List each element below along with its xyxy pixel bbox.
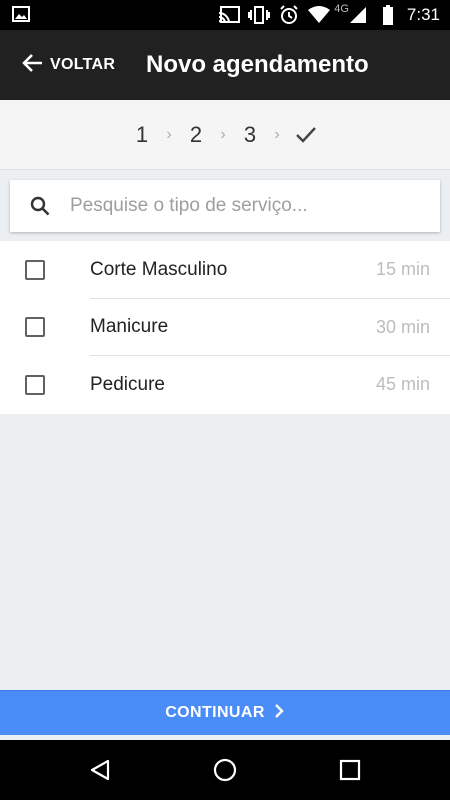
page-title: Novo agendamento xyxy=(146,51,369,78)
continue-button[interactable]: CONTINUAR xyxy=(0,690,450,735)
chevron-right-icon: › xyxy=(274,125,280,143)
back-label: VOLTAR xyxy=(50,56,116,73)
recents-icon[interactable] xyxy=(335,755,365,785)
service-duration: 15 min xyxy=(375,259,430,280)
wifi-icon xyxy=(304,0,334,30)
vibrate-icon xyxy=(244,0,274,30)
service-checkbox[interactable] xyxy=(25,259,45,280)
chevron-right-icon: › xyxy=(166,125,172,143)
check-icon xyxy=(294,123,318,147)
alarm-icon xyxy=(274,0,304,30)
status-bar: 4G 7:31 xyxy=(0,0,450,30)
chevron-right-icon xyxy=(273,703,285,724)
image-icon xyxy=(12,6,30,27)
continue-label: CONTINUAR xyxy=(165,704,265,721)
step-indicator: 1 › 2 › 3 › xyxy=(0,100,450,170)
service-list: Corte Masculino 15 min Manicure 30 min P… xyxy=(0,241,450,414)
step-1: 1 xyxy=(135,121,149,147)
system-nav-bar xyxy=(0,740,450,800)
search-box xyxy=(10,180,440,232)
search-icon xyxy=(10,196,70,216)
home-icon[interactable] xyxy=(210,755,240,785)
list-item[interactable]: Corte Masculino 15 min xyxy=(0,241,450,299)
back-icon[interactable] xyxy=(85,755,115,785)
network-type-label: 4G xyxy=(334,3,349,15)
list-item[interactable]: Pedicure 45 min xyxy=(0,356,450,414)
service-duration: 45 min xyxy=(375,374,430,395)
service-name: Manicure xyxy=(90,316,169,338)
service-name: Pedicure xyxy=(90,373,165,395)
service-name: Corte Masculino xyxy=(90,258,228,280)
app-bar: VOLTAR Novo agendamento xyxy=(0,30,450,100)
search-input[interactable] xyxy=(70,195,420,217)
service-checkbox[interactable] xyxy=(25,317,45,338)
list-item[interactable]: Manicure 30 min xyxy=(0,299,450,356)
chevron-right-icon: › xyxy=(220,125,226,143)
service-duration: 30 min xyxy=(375,316,430,337)
step-2: 2 xyxy=(189,121,203,147)
battery-icon xyxy=(373,0,403,30)
service-checkbox[interactable] xyxy=(25,374,45,395)
cast-icon xyxy=(214,0,244,30)
status-time: 7:31 xyxy=(406,5,440,24)
arrow-left-icon xyxy=(22,52,44,79)
step-3: 3 xyxy=(243,121,257,147)
back-button[interactable]: VOLTAR xyxy=(22,52,115,78)
